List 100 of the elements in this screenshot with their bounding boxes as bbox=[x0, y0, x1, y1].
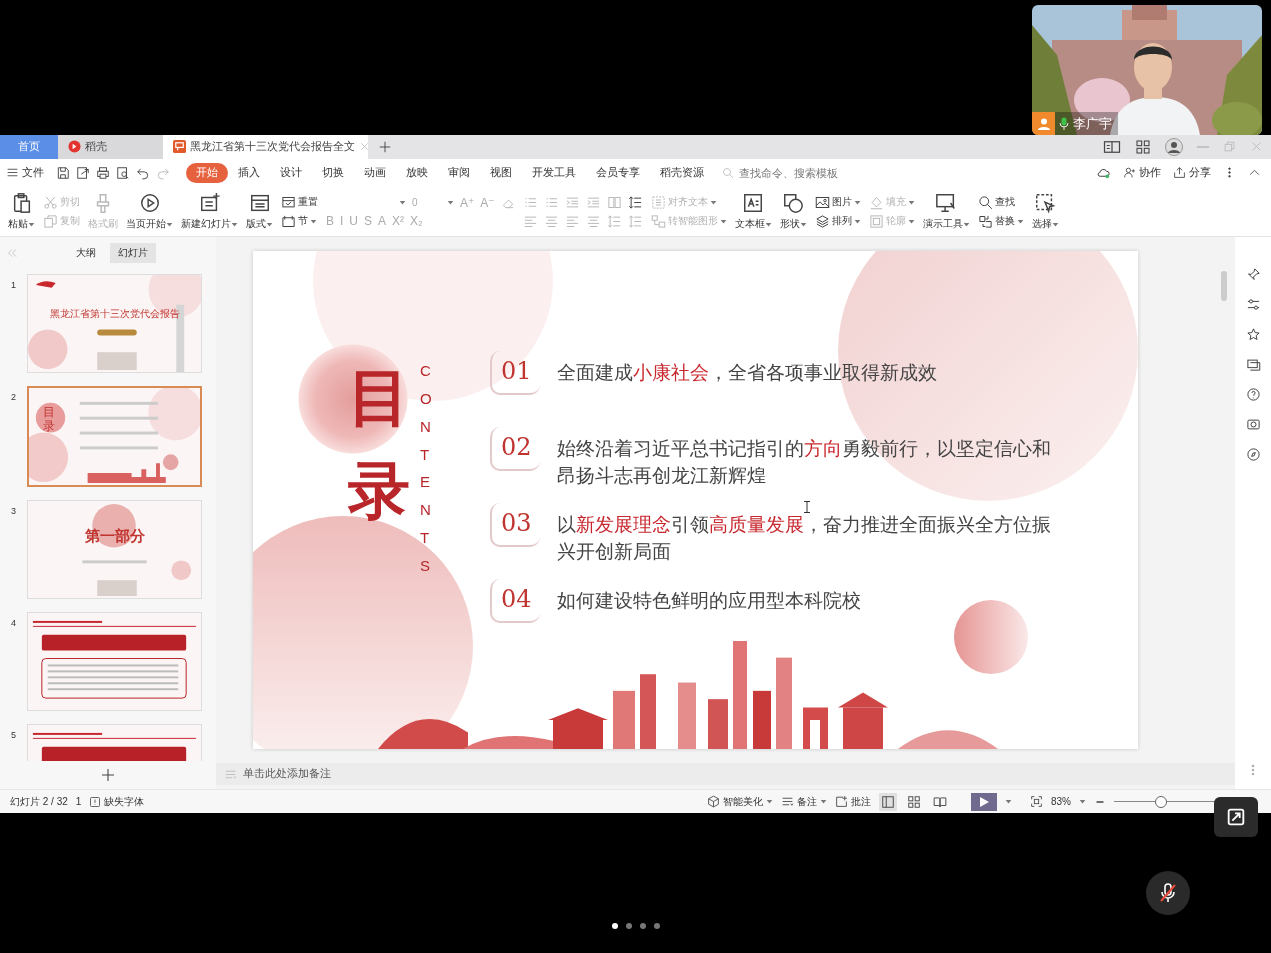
ribbon-tab[interactable]: 开发工具 bbox=[522, 162, 586, 183]
ribbon-button[interactable]: 替换 bbox=[977, 213, 1024, 229]
plus-icon bbox=[100, 767, 116, 784]
save-icon bbox=[56, 165, 70, 180]
document-tab[interactable]: 稻壳 bbox=[58, 135, 163, 159]
fit-icon bbox=[1030, 795, 1043, 809]
ribbon-tab[interactable]: 稻壳资源 bbox=[650, 162, 714, 183]
ribbon-button[interactable]: 文本框 bbox=[734, 192, 772, 232]
search-icon bbox=[722, 166, 734, 179]
slideshow-button[interactable] bbox=[971, 792, 997, 811]
slide-thumbnail[interactable] bbox=[27, 612, 202, 712]
align-left-icon bbox=[564, 213, 580, 229]
fullscreen-button[interactable] bbox=[1214, 797, 1258, 837]
panel-tab[interactable]: 大纲 bbox=[68, 243, 104, 264]
grid-icon bbox=[907, 794, 921, 809]
sliders-icon bbox=[1245, 297, 1261, 313]
ribbon-tab[interactable]: 会员专享 bbox=[586, 162, 650, 183]
ribbon-button[interactable]: 当页开始 bbox=[126, 192, 173, 232]
export-icon bbox=[76, 165, 90, 180]
window-icon bbox=[1245, 357, 1261, 373]
double-chevron-icon bbox=[6, 247, 18, 260]
scrollbar-thumb[interactable] bbox=[1221, 271, 1227, 302]
grid-icon bbox=[1135, 138, 1151, 155]
ribbon-button[interactable]: 演示工具 bbox=[922, 192, 970, 232]
camera-icon bbox=[1245, 417, 1261, 433]
indent-icon bbox=[585, 194, 601, 210]
contents-item-text: 全面建成小康社会，全省各项事业取得新成效 bbox=[556, 361, 937, 386]
diagram-icon bbox=[650, 213, 666, 229]
participant-name: 李广宇 bbox=[1073, 114, 1112, 133]
play-icon bbox=[138, 192, 161, 215]
ribbon-button[interactable]: 节 bbox=[281, 213, 318, 229]
mute-button[interactable] bbox=[1146, 871, 1190, 915]
slide-subtitle: CONTENTS bbox=[420, 361, 433, 576]
ribbon-tab[interactable]: 动画 bbox=[354, 162, 396, 183]
page-dot[interactable] bbox=[611, 923, 618, 929]
line-spacing-icon bbox=[606, 213, 622, 229]
page-dot[interactable] bbox=[625, 923, 632, 929]
command-search-field[interactable]: 查找命令、搜索模板 bbox=[722, 165, 851, 180]
zoom-slider-thumb[interactable] bbox=[1155, 795, 1168, 808]
ribbon-button[interactable]: 选择 bbox=[1031, 192, 1059, 232]
search-icon bbox=[977, 194, 993, 210]
textbox-icon bbox=[742, 192, 765, 215]
help-icon bbox=[1245, 387, 1261, 403]
beautify-button[interactable]: 智能美化 bbox=[707, 794, 773, 809]
indent-icon bbox=[564, 194, 580, 210]
ribbon-tab[interactable]: 审阅 bbox=[438, 162, 480, 183]
ribbon-button[interactable]: 图片 bbox=[814, 194, 861, 210]
document-tab[interactable]: 黑龙江省第十三次党代会报告全文 bbox=[163, 135, 368, 159]
page-dot[interactable] bbox=[639, 923, 646, 929]
file-menu[interactable]: 文件 bbox=[6, 165, 44, 180]
preview-icon bbox=[116, 165, 130, 180]
caret-icon bbox=[399, 199, 406, 207]
replace-icon bbox=[977, 213, 993, 229]
ribbon-button[interactable]: 粘贴 bbox=[8, 192, 35, 232]
slide-number: 2 bbox=[10, 391, 17, 403]
line-spacing-icon bbox=[627, 194, 643, 210]
ribbon-tab[interactable]: 放映 bbox=[396, 162, 438, 183]
ribbon-button[interactable]: 新建幻灯片 bbox=[181, 192, 238, 232]
close-icon bbox=[359, 141, 370, 153]
missing-fonts-button[interactable]: 缺失字体 bbox=[89, 794, 145, 809]
ribbon-button[interactable]: 查找 bbox=[977, 194, 1024, 210]
shape-icon bbox=[782, 192, 805, 215]
panel-tab[interactable]: 幻灯片 bbox=[110, 243, 156, 264]
slide-thumbnail[interactable]: 黑龙江省第十三次党代会报告 bbox=[27, 274, 202, 374]
slide-thumbnail[interactable]: 第一部分 bbox=[27, 500, 202, 600]
ribbon-button[interactable]: 形状 bbox=[779, 192, 807, 232]
page-dot[interactable] bbox=[653, 923, 660, 929]
contents-item-text: 如何建设特色鲜明的应用型本科院校 bbox=[556, 589, 861, 614]
text-cursor-icon bbox=[804, 501, 810, 514]
avatar-icon[interactable] bbox=[1165, 137, 1183, 156]
slide-number: 1 bbox=[10, 279, 17, 291]
slide-number: 3 bbox=[10, 505, 17, 517]
ribbon-tab[interactable]: 设计 bbox=[270, 162, 312, 183]
comments-button[interactable]: 批注 bbox=[835, 794, 871, 809]
caret-icon bbox=[766, 798, 773, 806]
slide-number: 4 bbox=[10, 617, 17, 629]
comment-icon bbox=[835, 795, 848, 809]
toolbar-action[interactable]: 分享 bbox=[1173, 165, 1211, 180]
notes-field[interactable]: 单击此处添加备注 bbox=[216, 763, 1235, 786]
toolbar-action[interactable]: 协作 bbox=[1123, 165, 1161, 180]
layers-icon bbox=[814, 213, 830, 229]
caret-icon bbox=[1079, 798, 1086, 806]
caret-icon bbox=[447, 199, 454, 207]
view-button[interactable] bbox=[879, 792, 897, 811]
presentation-file-icon bbox=[173, 140, 186, 154]
slide-counter: 幻灯片 2 / 32 bbox=[10, 794, 68, 809]
fill-icon bbox=[868, 194, 884, 210]
plus-icon bbox=[378, 139, 392, 154]
columns-icon bbox=[606, 194, 622, 210]
notes-button[interactable]: 备注 bbox=[781, 794, 827, 809]
ribbon-tab[interactable]: 视图 bbox=[480, 162, 522, 183]
ribbon-tab[interactable]: 插入 bbox=[228, 162, 270, 183]
reset-icon bbox=[281, 194, 296, 210]
ribbon-button[interactable]: 重置 bbox=[281, 194, 318, 210]
ribbon-tab[interactable]: 切换 bbox=[312, 162, 354, 183]
share-icon bbox=[1173, 166, 1186, 180]
ribbon-button[interactable]: 版式 bbox=[246, 192, 273, 232]
zoom-level: 83% bbox=[1051, 796, 1071, 808]
ribbon-button[interactable]: 排列 bbox=[814, 213, 861, 229]
expand-icon bbox=[1225, 806, 1247, 828]
